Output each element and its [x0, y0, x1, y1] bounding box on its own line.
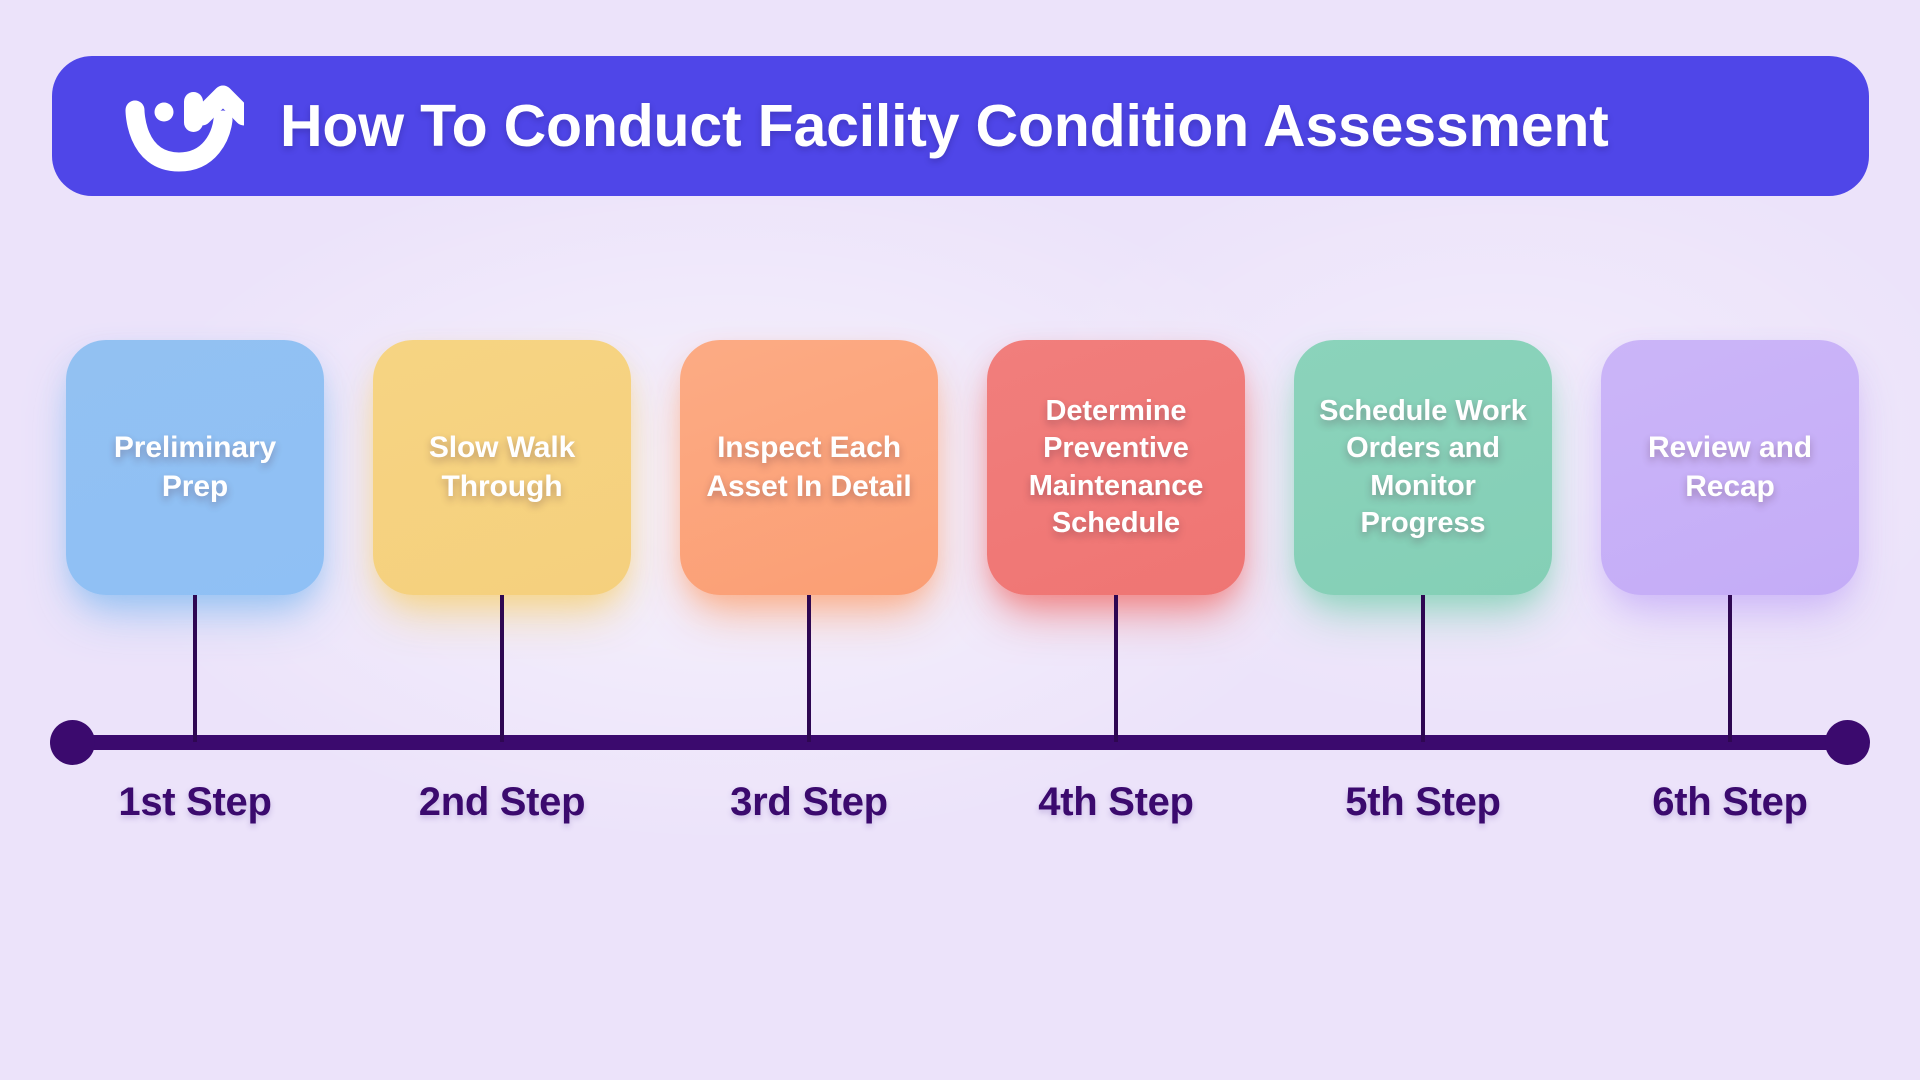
- timeline-step-1: Preliminary Prep 1st Step: [66, 340, 324, 824]
- timeline: Preliminary Prep 1st Step Slow Walk Thro…: [0, 0, 1920, 1080]
- step-connector-3: [807, 595, 811, 742]
- step-card-label: Determine Preventive Maintenance Schedul…: [1028, 395, 1204, 539]
- step-card-label: Review and Recap: [1647, 431, 1813, 503]
- timeline-step-4: Determine Preventive Maintenance Schedul…: [987, 340, 1245, 824]
- timeline-end-dot: [1825, 720, 1870, 765]
- step-connector-4: [1114, 595, 1118, 742]
- step-card-4[interactable]: Determine Preventive Maintenance Schedul…: [987, 340, 1245, 595]
- step-caption-3: 3rd Step: [730, 780, 888, 824]
- timeline-step-5: Schedule Work Orders and Monitor Progres…: [1294, 340, 1552, 824]
- step-card-3[interactable]: Inspect Each Asset In Detail: [680, 340, 938, 595]
- step-card-1[interactable]: Preliminary Prep: [66, 340, 324, 595]
- step-connector-5: [1421, 595, 1425, 742]
- step-caption-4: 4th Step: [1038, 780, 1194, 824]
- step-card-label: Slow Walk Through: [428, 431, 576, 503]
- step-card-label: Inspect Each Asset In Detail: [706, 431, 912, 503]
- step-card-label: Schedule Work Orders and Monitor Progres…: [1319, 395, 1527, 539]
- step-card-6[interactable]: Review and Recap: [1601, 340, 1859, 595]
- step-caption-1: 1st Step: [118, 780, 272, 824]
- step-caption-5: 5th Step: [1345, 780, 1501, 824]
- timeline-start-dot: [50, 720, 95, 765]
- timeline-step-3: Inspect Each Asset In Detail 3rd Step: [680, 340, 938, 824]
- step-connector-1: [193, 595, 197, 742]
- step-caption-6: 6th Step: [1652, 780, 1808, 824]
- timeline-axis: [66, 735, 1852, 750]
- step-caption-2: 2nd Step: [418, 780, 586, 824]
- step-connector-6: [1728, 595, 1732, 742]
- timeline-step-6: Review and Recap 6th Step: [1601, 340, 1859, 824]
- step-card-2[interactable]: Slow Walk Through: [373, 340, 631, 595]
- step-connector-2: [500, 595, 504, 742]
- timeline-step-2: Slow Walk Through 2nd Step: [373, 340, 631, 824]
- step-card-5[interactable]: Schedule Work Orders and Monitor Progres…: [1294, 340, 1552, 595]
- step-card-label: Preliminary Prep: [113, 431, 277, 503]
